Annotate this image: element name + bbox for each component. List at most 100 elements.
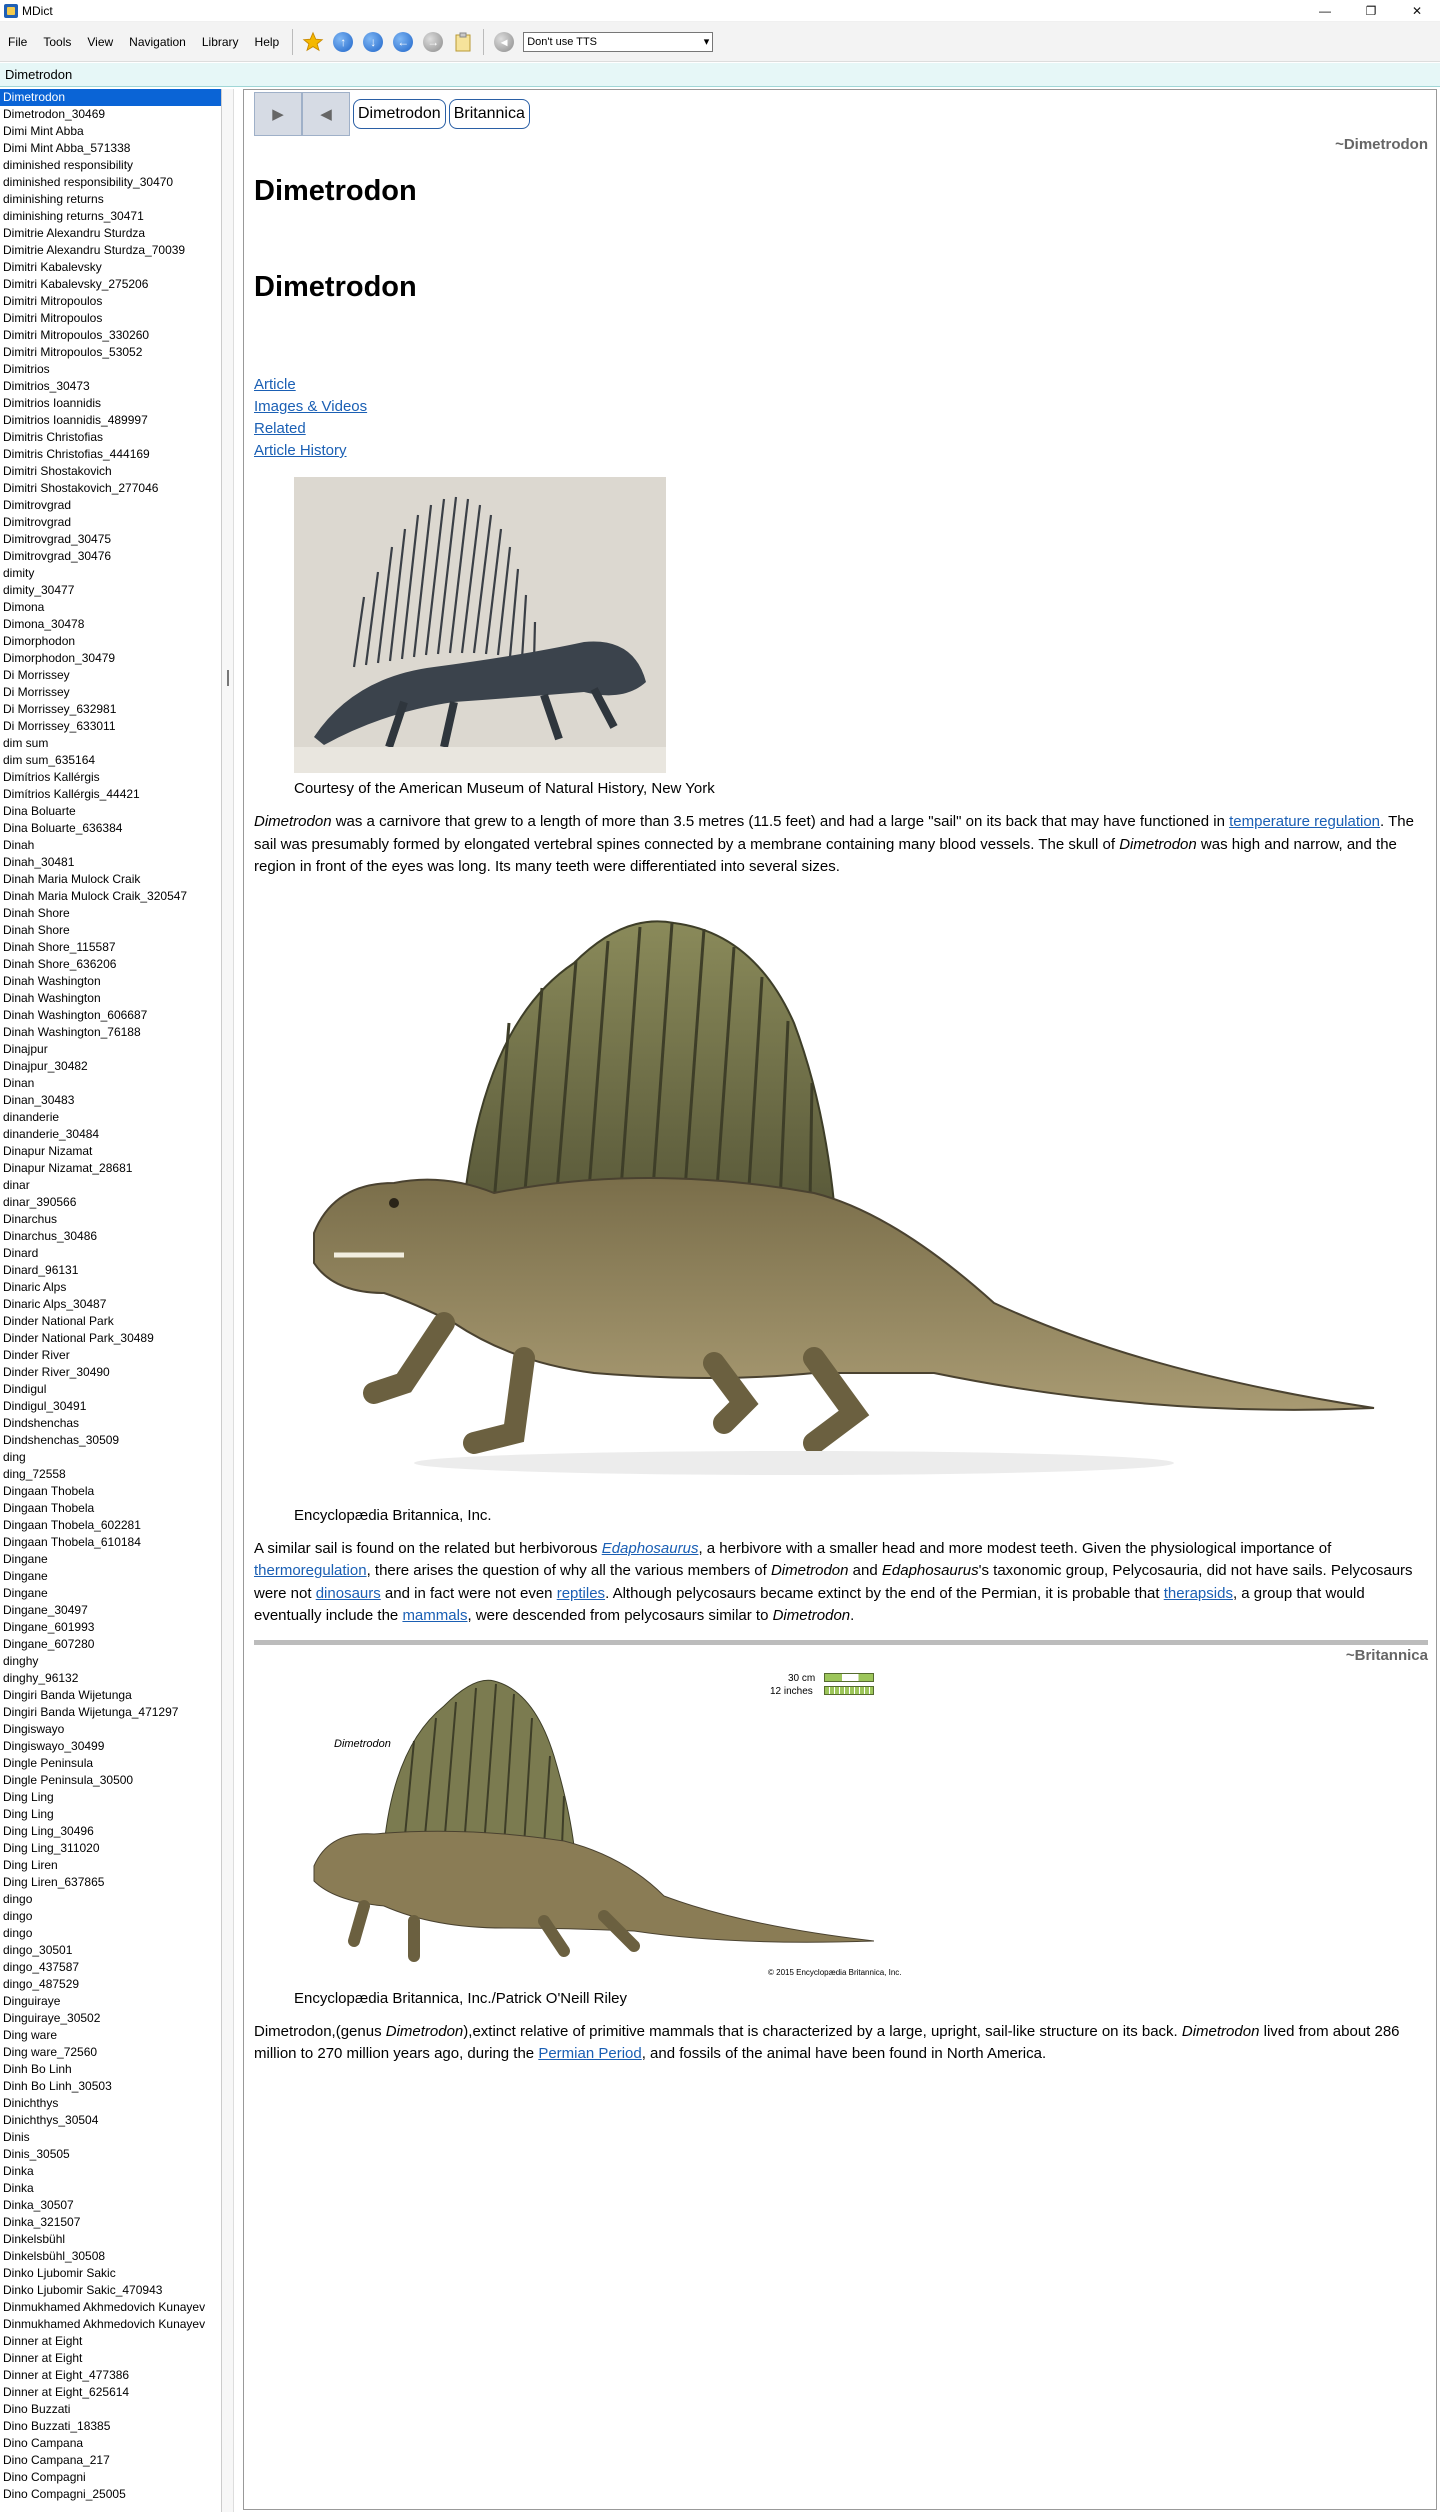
menu-help[interactable]: Help	[247, 22, 288, 62]
word-list-item[interactable]: dinghy_96132	[0, 1670, 221, 1687]
history-back-icon[interactable]: ←	[390, 29, 416, 55]
clipboard-icon[interactable]	[450, 29, 476, 55]
word-list-item[interactable]: dingo	[0, 1908, 221, 1925]
word-list-item[interactable]: Dinard_96131	[0, 1262, 221, 1279]
link-dinosaurs[interactable]: dinosaurs	[316, 1585, 381, 1602]
menu-file[interactable]: File	[0, 22, 35, 62]
word-list-item[interactable]: dinanderie	[0, 1109, 221, 1126]
word-list-item[interactable]: Dinah Shore	[0, 922, 221, 939]
word-list-item[interactable]: Dinner at Eight_477386	[0, 2367, 221, 2384]
word-list-item[interactable]: Ding Ling_30496	[0, 1823, 221, 1840]
word-list-item[interactable]: Dimitri Mitropoulos_53052	[0, 344, 221, 361]
word-list-item[interactable]: Dino Buzzati	[0, 2401, 221, 2418]
word-list-item[interactable]: dim sum_635164	[0, 752, 221, 769]
close-button[interactable]: ✕	[1394, 0, 1440, 22]
word-list-item[interactable]: Dinichthys_30504	[0, 2112, 221, 2129]
word-list-item[interactable]: Dinah Shore	[0, 905, 221, 922]
history-forward-icon[interactable]: →	[420, 29, 446, 55]
word-list-scrollbar[interactable]	[222, 89, 234, 2512]
word-list-item[interactable]: dinar_390566	[0, 1194, 221, 1211]
word-list-item[interactable]: Dimitrios Ioannidis_489997	[0, 412, 221, 429]
word-list-item[interactable]: Dimorphodon_30479	[0, 650, 221, 667]
word-list-item[interactable]: Dimitris Christofias_444169	[0, 446, 221, 463]
word-list-item[interactable]: Dimona_30478	[0, 616, 221, 633]
word-list-item[interactable]: Dinah Maria Mulock Craik	[0, 871, 221, 888]
word-list-item[interactable]: Dimitri Shostakovich_277046	[0, 480, 221, 497]
word-list-item[interactable]: Dimona	[0, 599, 221, 616]
word-list-item[interactable]: ding	[0, 1449, 221, 1466]
word-list-item[interactable]: Dingane	[0, 1568, 221, 1585]
word-list-item[interactable]: Dinajpur	[0, 1041, 221, 1058]
word-list-item[interactable]: Dinko Ljubomir Sakic	[0, 2265, 221, 2282]
link-mammals[interactable]: mammals	[402, 1607, 467, 1624]
word-list-item[interactable]: Dinarchus	[0, 1211, 221, 1228]
word-list-item[interactable]: Dinguiraye	[0, 1993, 221, 2010]
search-input[interactable]: Dimetrodon	[0, 67, 72, 82]
word-list-item[interactable]: Dinapur Nizamat	[0, 1143, 221, 1160]
word-list-item[interactable]: dingo	[0, 1925, 221, 1942]
word-list-item[interactable]: Dina Boluarte	[0, 803, 221, 820]
word-list-item[interactable]: Dinka_321507	[0, 2214, 221, 2231]
nav-forward-button[interactable]: ◀	[302, 92, 350, 136]
word-list-item[interactable]: Dinis_30505	[0, 2146, 221, 2163]
word-list-item[interactable]: Dindigul_30491	[0, 1398, 221, 1415]
word-list-item[interactable]: Ding Ling	[0, 1789, 221, 1806]
word-list-item[interactable]: Di Morrissey	[0, 667, 221, 684]
word-list-item[interactable]: Dingane	[0, 1551, 221, 1568]
word-list-item[interactable]: Dino Compagni_25005	[0, 2486, 221, 2503]
word-list-item[interactable]: Dingane_30497	[0, 1602, 221, 1619]
word-list-item[interactable]: Dinah_30481	[0, 854, 221, 871]
word-list-item[interactable]: Dingle Peninsula	[0, 1755, 221, 1772]
word-list-item[interactable]: Dinka_30507	[0, 2197, 221, 2214]
word-list-item[interactable]: Dinkelsbühl_30508	[0, 2248, 221, 2265]
word-list-item[interactable]: ding_72558	[0, 1466, 221, 1483]
splitter-grip[interactable]	[227, 670, 229, 686]
word-list-item[interactable]: dim sum	[0, 735, 221, 752]
word-list-item[interactable]: Dinder River	[0, 1347, 221, 1364]
word-list-item[interactable]: Dimitrie Alexandru Sturdza_70039	[0, 242, 221, 259]
word-list-item[interactable]: Dinah	[0, 837, 221, 854]
link-temperature-regulation[interactable]: temperature regulation	[1229, 813, 1380, 830]
word-list-item[interactable]: dimity	[0, 565, 221, 582]
menu-navigation[interactable]: Navigation	[121, 22, 194, 62]
word-list-item[interactable]: Dinko Ljubomir Sakic_470943	[0, 2282, 221, 2299]
word-list-item[interactable]: Ding Ling	[0, 1806, 221, 1823]
word-list-item[interactable]: Dingane_601993	[0, 1619, 221, 1636]
word-list-item[interactable]: Dimitri Mitropoulos_330260	[0, 327, 221, 344]
word-list-item[interactable]: dingo_30501	[0, 1942, 221, 1959]
nav-back-button[interactable]: ▶	[254, 92, 302, 136]
word-list-item[interactable]: Dimitrovgrad	[0, 514, 221, 531]
dict-tab-britannica[interactable]: Britannica	[448, 99, 530, 129]
word-list-item[interactable]: dingo_487529	[0, 1976, 221, 1993]
link-images-videos[interactable]: Images & Videos	[254, 396, 1428, 418]
word-list-item[interactable]: Dimetrodon	[0, 89, 221, 106]
word-list-item[interactable]: dinghy	[0, 1653, 221, 1670]
menu-view[interactable]: View	[79, 22, 121, 62]
word-list-item[interactable]: Dimítrios Kallérgis	[0, 769, 221, 786]
word-list-item[interactable]: Dinder River_30490	[0, 1364, 221, 1381]
word-list-item[interactable]: Dinh Bo Linh	[0, 2061, 221, 2078]
word-list-item[interactable]: Dinaric Alps	[0, 1279, 221, 1296]
link-reptiles[interactable]: reptiles	[557, 1585, 605, 1602]
word-list-item[interactable]: Dingle Peninsula_30500	[0, 1772, 221, 1789]
word-list-item[interactable]: Dinan_30483	[0, 1092, 221, 1109]
word-list-item[interactable]: diminished responsibility	[0, 157, 221, 174]
word-list-item[interactable]: diminishing returns	[0, 191, 221, 208]
link-permian-period[interactable]: Permian Period	[538, 2045, 641, 2062]
word-list-item[interactable]: Dina Boluarte_636384	[0, 820, 221, 837]
word-list-item[interactable]: Dinmukhamed Akhmedovich Kunayev	[0, 2316, 221, 2333]
word-list-item[interactable]: Ding Liren_637865	[0, 1874, 221, 1891]
word-list-item[interactable]: Dingiri Banda Wijetunga_471297	[0, 1704, 221, 1721]
word-list-item[interactable]: Dindshenchas	[0, 1415, 221, 1432]
word-list-item[interactable]: Dingane	[0, 1585, 221, 1602]
word-list-item[interactable]: Dingaan Thobela_602281	[0, 1517, 221, 1534]
word-list-item[interactable]: Dinard	[0, 1245, 221, 1262]
word-list-item[interactable]: Dinka	[0, 2180, 221, 2197]
word-list-item[interactable]: Dingaan Thobela	[0, 1483, 221, 1500]
word-list-item[interactable]: dinanderie_30484	[0, 1126, 221, 1143]
word-list-item[interactable]: Dinh Bo Linh_30503	[0, 2078, 221, 2095]
word-list-item[interactable]: Dimitris Christofias	[0, 429, 221, 446]
word-list-item[interactable]: Dimi Mint Abba	[0, 123, 221, 140]
star-icon[interactable]	[300, 29, 326, 55]
word-list-item[interactable]: Dimitri Kabalevsky_275206	[0, 276, 221, 293]
